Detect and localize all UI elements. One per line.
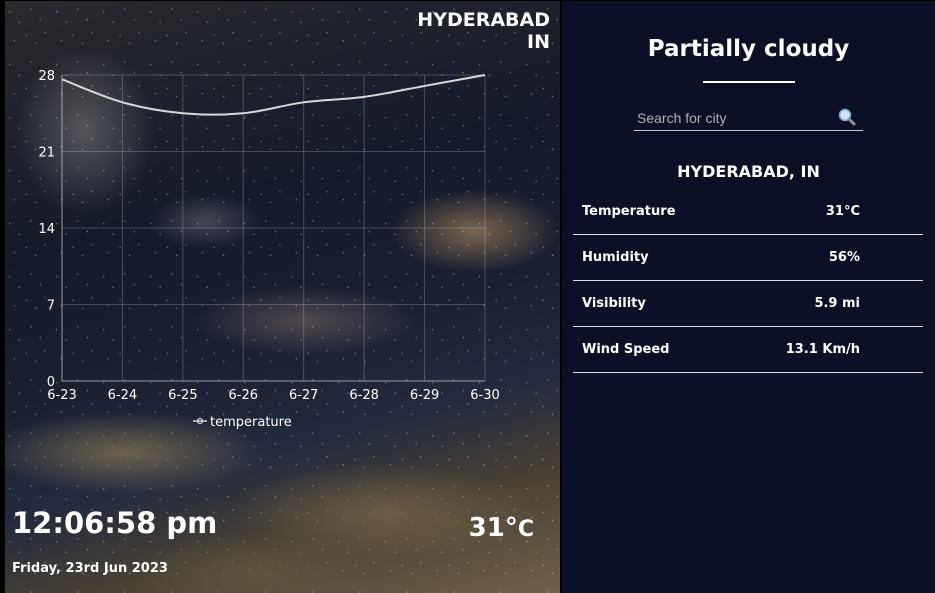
x-tick-label: 6-30 bbox=[470, 388, 500, 403]
details-panel: Partially cloudy HYDERABAD, IN Temperatu… bbox=[562, 1, 935, 593]
current-date: Friday, 23rd Jun 2023 bbox=[12, 561, 168, 576]
stat-value: 13.1 Km/h bbox=[785, 342, 860, 357]
stat-row-wind-speed: Wind Speed 13.1 Km/h bbox=[573, 327, 923, 373]
search-input[interactable] bbox=[634, 105, 824, 130]
magnifier-icon bbox=[838, 108, 856, 126]
stat-label: Temperature bbox=[582, 204, 676, 219]
y-tick-label: 28 bbox=[38, 69, 55, 84]
stat-label: Visibility bbox=[582, 296, 646, 311]
chart-legend[interactable]: temperature bbox=[193, 415, 292, 430]
stat-row-temperature: Temperature 31°C bbox=[573, 189, 923, 235]
temperature-value: 31° bbox=[468, 513, 518, 543]
x-tick-label: 6-25 bbox=[168, 388, 198, 403]
current-temperature: 31°C bbox=[469, 513, 534, 543]
temperature-chart: 07142128 6-23 6-24 6-25 6-26 6-27 6-28 6-29 6-3… bbox=[38, 69, 500, 430]
x-tick-label: 6-26 bbox=[229, 388, 259, 403]
chart-grid bbox=[61, 74, 486, 382]
stat-value: 56% bbox=[828, 250, 860, 265]
stat-label: Wind Speed bbox=[582, 342, 670, 357]
y-tick-label: 7 bbox=[47, 299, 55, 314]
stat-row-visibility: Visibility 5.9 mi bbox=[573, 281, 923, 327]
weather-background-panel: 0 7 14 21 28 6-23 6-24 6-25 6-26 6-27 6-28 6-29 6-3… bbox=[5, 1, 560, 593]
chart-x-ticks: 6-23 6-24 6-25 6-26 6-27 6-28 6-29 6-30 bbox=[47, 388, 500, 403]
y-tick-label: 21 bbox=[38, 146, 55, 161]
search-bar bbox=[634, 105, 863, 131]
stat-value: 5.9 mi bbox=[814, 296, 860, 311]
legend-label: temperature bbox=[210, 415, 292, 430]
temperature-unit: C bbox=[517, 517, 534, 542]
x-tick-label: 6-24 bbox=[108, 388, 138, 403]
stat-row-humidity: Humidity 56% bbox=[573, 235, 923, 281]
x-tick-label: 6-27 bbox=[289, 388, 319, 403]
stat-value: 31°C bbox=[825, 204, 860, 219]
x-tick-label: 6-29 bbox=[410, 388, 440, 403]
chart-y-ticks: 07142128 bbox=[38, 69, 55, 390]
city-name: HYDERABAD bbox=[417, 9, 550, 31]
x-tick-label: 6-23 bbox=[47, 388, 77, 403]
current-time: 12:06:58 pm bbox=[12, 506, 218, 540]
weather-condition: Partially cloudy bbox=[647, 36, 850, 62]
weather-stats-list: Temperature 31°C Humidity 56% Visibility… bbox=[573, 189, 923, 373]
condition-divider bbox=[703, 81, 795, 83]
city-heading: HYDERABAD IN bbox=[417, 9, 550, 53]
y-tick-label: 14 bbox=[38, 222, 55, 237]
search-button[interactable] bbox=[837, 107, 857, 127]
location-name: HYDERABAD, IN bbox=[677, 162, 820, 181]
stat-label: Humidity bbox=[582, 250, 649, 265]
temperature-series-line bbox=[61, 74, 486, 116]
country-code: IN bbox=[527, 31, 550, 53]
x-tick-label: 6-28 bbox=[349, 388, 379, 403]
